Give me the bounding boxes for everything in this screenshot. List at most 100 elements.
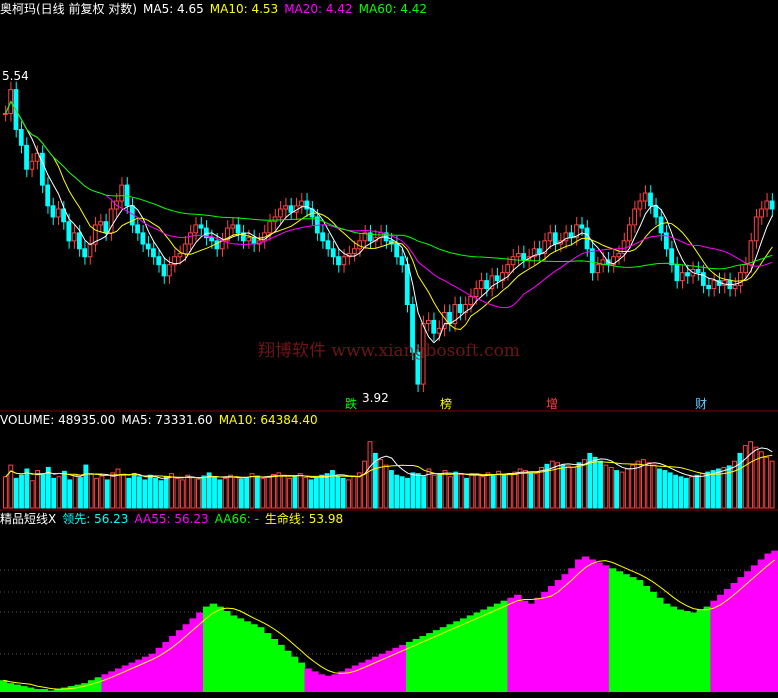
candle-body (98, 221, 103, 226)
candle-body (595, 264, 601, 274)
volume-bar (496, 470, 502, 509)
indicator-bar (27, 687, 35, 692)
header-label: MA5: 73331.60 (121, 413, 213, 427)
candle-body (246, 237, 252, 242)
indicator-bar (730, 583, 739, 692)
volume-bar (94, 477, 99, 509)
indicator-bar (764, 553, 772, 692)
indicator-bar (602, 565, 610, 692)
volume-bar (19, 474, 24, 509)
indicator-bar (223, 611, 231, 692)
candle-body (341, 256, 347, 266)
indicator-bar (635, 580, 644, 692)
volume-bar (126, 477, 132, 509)
volume-bar (539, 466, 544, 509)
volume-bar (276, 472, 282, 509)
indicator-bar (263, 633, 272, 692)
volume-bar (120, 474, 126, 509)
header-label: MA10: 64384.40 (218, 413, 318, 427)
candle-body (3, 113, 8, 115)
indicator-bar (108, 671, 116, 692)
volume-bar (399, 476, 405, 509)
indicator-bar (304, 668, 312, 692)
volume-bar (190, 477, 196, 509)
candle-body (251, 237, 257, 245)
candle-body (478, 280, 484, 290)
header-label: MA5: 4.65 (143, 2, 204, 16)
indicator-bar (460, 618, 468, 692)
candle-body (505, 264, 511, 274)
volume-bar (758, 451, 764, 509)
volume-bar (748, 441, 754, 509)
header-label: 奥柯玛(日线 前复权 对数) (0, 2, 137, 16)
volume-bar (705, 471, 711, 509)
volume-bar (56, 476, 62, 509)
indicator-bar (527, 603, 536, 692)
volume-bar (99, 475, 105, 509)
volume-bar (169, 473, 175, 509)
candle-body (494, 275, 500, 282)
indicator-bar (615, 571, 623, 692)
header-label: AA55: 56.23 (134, 512, 209, 526)
volume-bar (716, 468, 721, 509)
volume-header: VOLUME: 48935.00 MA5: 73331.60 MA10: 64384… (0, 413, 324, 427)
candle-body (299, 200, 304, 207)
indicator-bar (250, 624, 258, 692)
indicator-bar (500, 600, 508, 692)
candle-body (468, 296, 474, 305)
indicator-bar (480, 609, 488, 692)
indicator-bar (297, 662, 306, 692)
candle-body (45, 184, 51, 207)
candle-body (552, 232, 558, 245)
candle-body (674, 264, 680, 282)
indicator-bar (13, 684, 21, 692)
indicator-bar (466, 615, 475, 692)
candle-body (616, 253, 622, 258)
volume-bar (362, 460, 368, 509)
header-label: MA20: 4.42 (284, 2, 353, 16)
indicator-bar (581, 556, 590, 692)
volume-bar (576, 462, 582, 509)
candle-body (404, 264, 410, 306)
candle-body (182, 243, 188, 255)
indicator-bar (622, 574, 630, 692)
candle-body (71, 232, 77, 242)
indicator-bar (493, 603, 502, 692)
candle-body (426, 319, 431, 325)
candle-body (753, 216, 759, 242)
volume-bar (313, 477, 319, 509)
candle-body (325, 240, 331, 250)
volume-bar (335, 476, 341, 509)
indicator-bar (520, 600, 529, 692)
indicator-bar (446, 624, 454, 692)
chart-annotation: 增 (546, 397, 558, 411)
volume-bar (249, 473, 255, 509)
candle-body (510, 256, 516, 266)
candle-body (161, 264, 167, 277)
indicator-bar (676, 609, 684, 692)
volume-bar (3, 476, 8, 509)
indicator-bar (696, 609, 705, 692)
candle-body (589, 248, 595, 274)
header-label: MA10: 4.53 (209, 2, 279, 16)
indicator-bar (703, 606, 711, 692)
indicator-bar (202, 606, 211, 692)
volume-bar (196, 478, 201, 509)
candle-body (547, 232, 553, 242)
candle-body (188, 232, 193, 245)
candle-body (764, 200, 770, 210)
indicator-bar (561, 574, 569, 692)
indicator-bar (432, 630, 441, 692)
indicator-bar (750, 565, 759, 692)
volume-bar (517, 468, 523, 509)
volume-bar (137, 476, 142, 509)
candle-body (198, 224, 204, 229)
candle-body (669, 248, 675, 266)
candle-body (436, 327, 442, 334)
candle-body (135, 224, 140, 234)
volume-bar (228, 474, 234, 509)
candle-body (77, 232, 82, 250)
candle-body (304, 200, 310, 210)
candle-body (706, 284, 712, 290)
indicator-bar (588, 559, 596, 692)
